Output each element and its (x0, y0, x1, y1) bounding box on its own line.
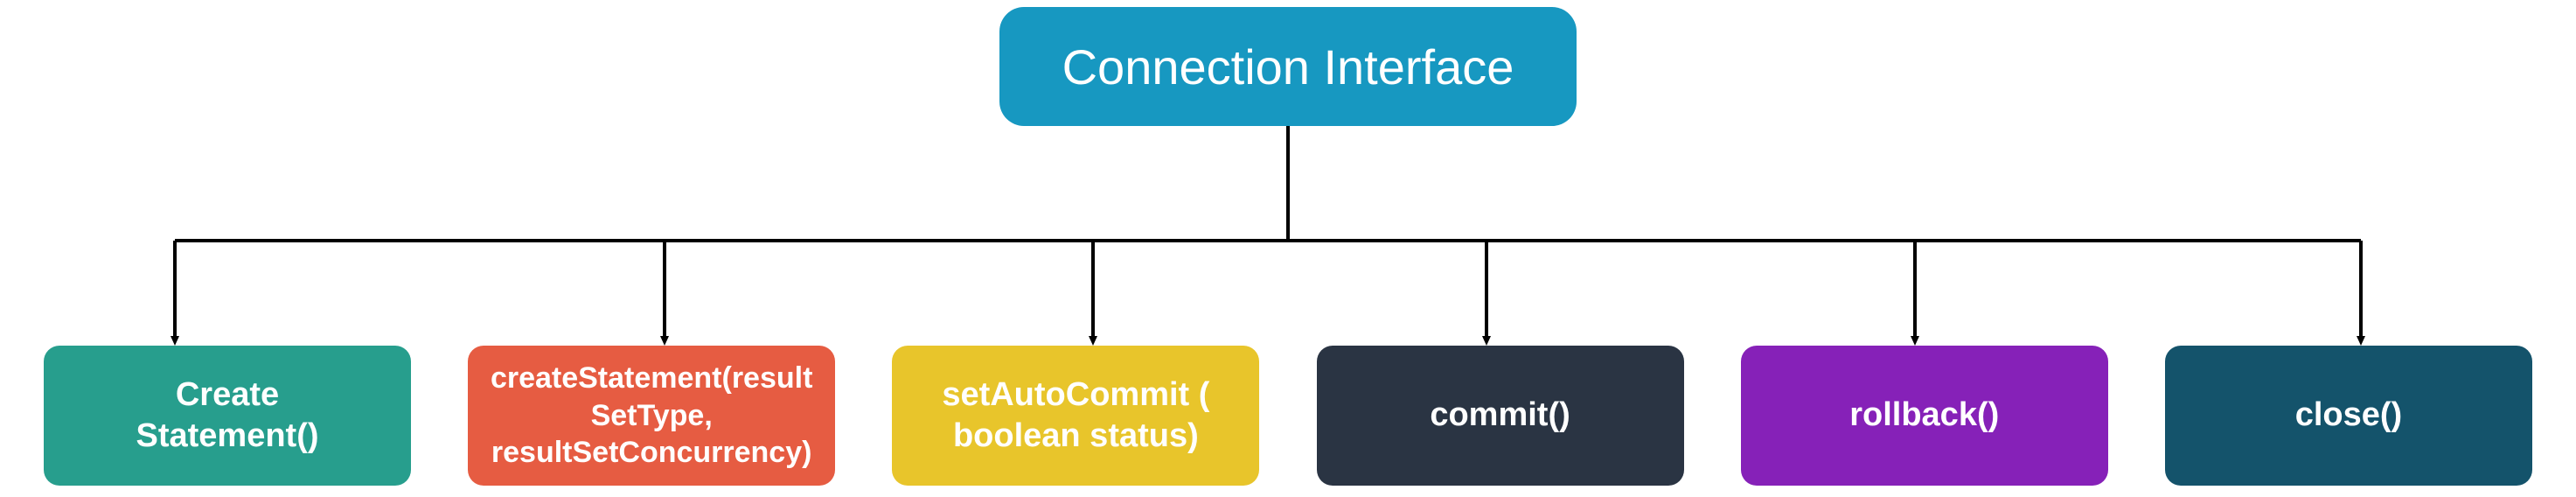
child-label: Create Statement() (136, 374, 318, 458)
child-label: close() (2295, 395, 2402, 437)
child-node-set-auto-commit: setAutoCommit ( boolean status) (892, 346, 1259, 486)
child-label: rollback() (1849, 395, 1999, 437)
child-label: commit() (1430, 395, 1570, 437)
child-node-create-statement: Create Statement() (44, 346, 411, 486)
child-label: createStatement(result SetType, resultSe… (491, 360, 812, 472)
root-label: Connection Interface (1062, 38, 1514, 95)
child-node-create-statement-params: createStatement(result SetType, resultSe… (468, 346, 835, 486)
child-node-commit: commit() (1317, 346, 1684, 486)
children-row: Create Statement() createStatement(resul… (0, 346, 2576, 486)
child-node-close: close() (2165, 346, 2532, 486)
child-node-rollback: rollback() (1741, 346, 2108, 486)
root-node-connection-interface: Connection Interface (999, 7, 1577, 126)
child-label: setAutoCommit ( boolean status) (942, 374, 1209, 458)
